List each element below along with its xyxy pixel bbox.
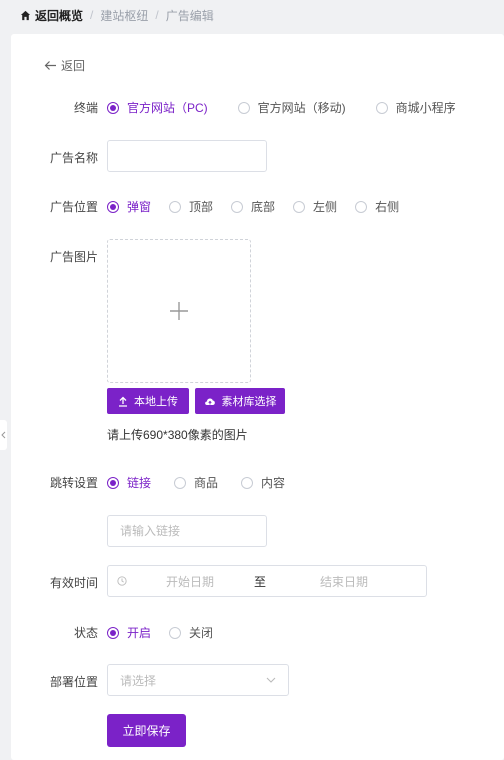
radio-label: 官方网站（PC) [127, 101, 208, 115]
radio-circle [231, 200, 244, 213]
ad-image-label: 广告图片 [49, 250, 98, 264]
radio-status-on[interactable]: 开启 [107, 624, 151, 641]
radio-jump-content[interactable]: 内容 [241, 474, 285, 491]
radio-label: 关闭 [189, 626, 214, 640]
radio-circle [174, 476, 187, 489]
radio-circle [169, 626, 182, 639]
ad-position-radio-group: 弹窗 顶部 底部 左侧 右侧 [107, 198, 399, 215]
end-date-input[interactable]: 结束日期 [289, 573, 399, 590]
arrow-left-icon [44, 61, 56, 70]
breadcrumb: 返回概览 / 建站枢纽 / 广告编辑 [20, 6, 214, 24]
radio-position-bottom[interactable]: 底部 [231, 198, 275, 215]
radio-jump-product[interactable]: 商品 [174, 474, 218, 491]
radio-label: 商品 [194, 476, 219, 490]
select-placeholder: 请选择 [120, 673, 157, 688]
radio-circle [355, 200, 368, 213]
radio-circle [375, 101, 388, 114]
breadcrumb-separator: / [90, 8, 94, 22]
radio-terminal-miniprogram[interactable]: 商城小程序 [375, 99, 456, 116]
radio-label: 顶部 [189, 200, 214, 214]
deploy-position-label: 部署位置 [49, 675, 98, 689]
jump-radio-group: 链接 商品 内容 [107, 474, 285, 491]
deploy-position-select[interactable]: 请选择 [107, 664, 289, 696]
radio-position-left[interactable]: 左侧 [293, 198, 337, 215]
radio-label: 弹窗 [127, 200, 152, 214]
radio-label: 内容 [261, 476, 286, 490]
chevron-left-icon [1, 431, 6, 439]
local-upload-button[interactable]: 本地上传 [107, 388, 189, 414]
save-button[interactable]: 立即保存 [107, 714, 186, 747]
radio-label: 商城小程序 [395, 101, 456, 115]
radio-circle [169, 200, 182, 213]
upload-icon [119, 396, 127, 407]
radio-terminal-mobile[interactable]: 官方网站（移动) [237, 99, 346, 116]
breadcrumb-separator: / [155, 8, 159, 22]
breadcrumb-home[interactable]: 返回概览 [20, 7, 83, 24]
radio-circle [107, 101, 119, 114]
date-range-separator: 至 [253, 574, 266, 589]
breadcrumb-item-hub[interactable]: 建站枢纽 [100, 7, 148, 24]
radio-label: 底部 [251, 200, 276, 214]
terminal-label: 终端 [73, 101, 98, 115]
radio-jump-link[interactable]: 链接 [107, 474, 151, 491]
clock-icon [117, 576, 127, 586]
radio-label: 右侧 [375, 200, 400, 214]
radio-position-top[interactable]: 顶部 [169, 198, 213, 215]
start-date-input[interactable]: 开始日期 [135, 573, 245, 590]
local-upload-label: 本地上传 [134, 396, 178, 408]
radio-label: 官方网站（移动) [257, 101, 346, 115]
breadcrumb-item-ad-edit: 广告编辑 [165, 8, 214, 23]
status-label: 状态 [73, 626, 98, 640]
chevron-down-icon [266, 677, 276, 683]
terminal-radio-group: 官方网站（PC) 官方网站（移动) 商城小程序 [107, 99, 456, 116]
date-range-picker[interactable]: 开始日期 至 结束日期 [107, 565, 427, 597]
radio-status-off[interactable]: 关闭 [169, 624, 213, 641]
plus-icon [170, 302, 188, 320]
valid-time-label: 有效时间 [49, 576, 98, 590]
radio-circle [237, 101, 250, 114]
radio-label: 开启 [127, 626, 152, 640]
back-link[interactable]: 返回 [44, 57, 85, 74]
radio-terminal-pc[interactable]: 官方网站（PC) [107, 99, 208, 116]
image-size-hint: 请上传690*380像素的图片 [107, 428, 248, 442]
jump-settings-label: 跳转设置 [49, 476, 98, 490]
ad-name-input[interactable] [107, 140, 267, 172]
sidebar-expand-tab[interactable] [0, 420, 7, 450]
radio-position-right[interactable]: 右侧 [355, 198, 399, 215]
ad-name-label: 广告名称 [49, 151, 98, 165]
radio-label: 左侧 [313, 200, 338, 214]
radio-circle [107, 200, 119, 213]
radio-circle [107, 476, 119, 489]
status-radio-group: 开启 关闭 [107, 624, 213, 641]
radio-circle [241, 476, 254, 489]
breadcrumb-home-label: 返回概览 [35, 8, 84, 23]
library-select-label: 素材库选择 [221, 396, 277, 408]
radio-position-popup[interactable]: 弹窗 [107, 198, 151, 215]
radio-label: 链接 [127, 476, 152, 490]
home-icon [20, 10, 31, 20]
back-label: 返回 [61, 59, 86, 73]
radio-circle [107, 626, 119, 639]
link-input[interactable] [107, 515, 267, 547]
image-upload-area[interactable] [107, 239, 251, 383]
radio-circle [293, 200, 306, 213]
ad-position-label: 广告位置 [49, 200, 98, 214]
cloud-upload-icon [204, 398, 215, 405]
library-select-button[interactable]: 素材库选择 [195, 388, 285, 414]
